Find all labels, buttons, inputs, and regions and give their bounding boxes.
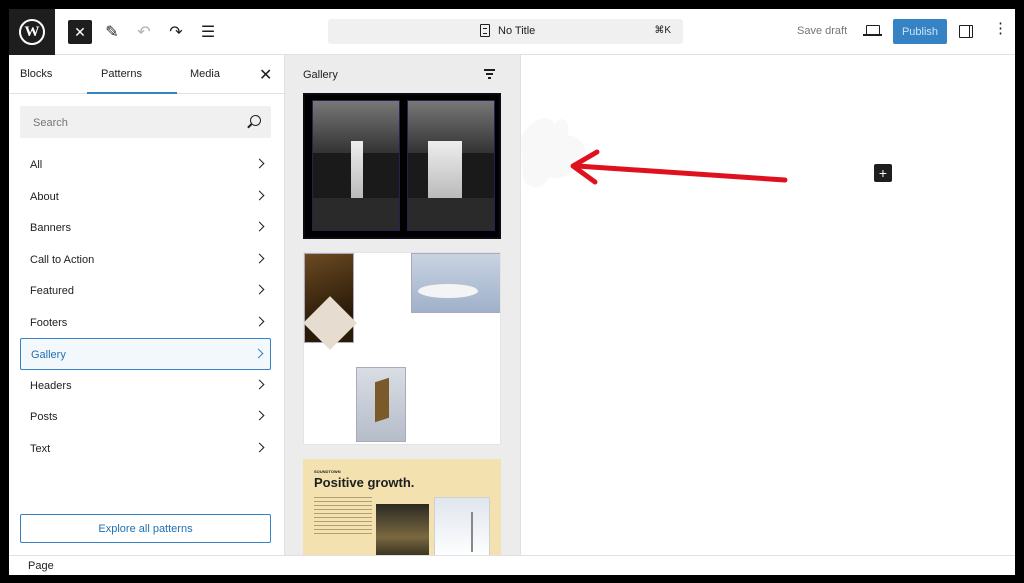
editor-canvas[interactable]: + xyxy=(521,55,1015,555)
category-item-featured[interactable]: Featured xyxy=(20,275,271,307)
tab-patterns[interactable]: Patterns xyxy=(101,68,142,80)
category-label: Footers xyxy=(30,316,68,329)
inserter-panel: Blocks Patterns Media ✕ Search All About B… xyxy=(9,55,285,555)
category-label: Posts xyxy=(30,411,58,423)
category-item-all[interactable]: All xyxy=(20,149,271,181)
pattern-card-waterfalls[interactable] xyxy=(303,93,501,239)
category-item-gallery[interactable]: Gallery xyxy=(20,338,271,370)
redo-icon[interactable]: ↷ xyxy=(164,20,188,44)
document-icon xyxy=(480,24,490,37)
category-label: All xyxy=(30,159,43,171)
chevron-right-icon xyxy=(254,410,265,421)
pattern-search-input[interactable]: Search xyxy=(20,106,271,138)
chevron-right-icon xyxy=(254,379,265,389)
tab-media[interactable]: Media xyxy=(190,68,220,80)
category-label: Text xyxy=(30,442,51,455)
options-menu-icon[interactable]: ⋮ xyxy=(993,21,1008,36)
category-item-headers[interactable]: Headers xyxy=(20,370,271,402)
filter-icon[interactable] xyxy=(484,69,495,79)
wordpress-logo-letter: W xyxy=(19,19,45,45)
document-overview-icon[interactable]: ☰ xyxy=(196,20,220,44)
category-item-text[interactable]: Text xyxy=(20,433,271,465)
editor-toolbar: W ✕ ✎ ↶ ↷ ☰ No Title ⌘K Save draft Publi… xyxy=(9,9,1015,55)
category-item-posts[interactable]: Posts xyxy=(20,401,271,433)
search-icon xyxy=(250,115,261,126)
command-palette-bar[interactable]: No Title ⌘K xyxy=(328,19,683,44)
category-label: About xyxy=(30,190,59,203)
chevron-right-icon xyxy=(254,158,265,169)
waterfall-image xyxy=(312,100,400,231)
device-preview-icon[interactable] xyxy=(863,25,882,36)
pattern-card-positive-growth[interactable]: SOUNDTOWN Positive growth. xyxy=(303,459,501,555)
waterfall-image xyxy=(407,100,495,231)
category-item-about[interactable]: About xyxy=(20,181,271,213)
publish-button[interactable]: Publish xyxy=(893,19,947,44)
category-item-banners[interactable]: Banners xyxy=(20,212,271,244)
command-shortcut: ⌘K xyxy=(654,25,671,36)
chevron-right-icon xyxy=(254,316,265,326)
close-icon[interactable]: ✕ xyxy=(259,65,272,85)
chevron-right-icon xyxy=(253,348,264,359)
wordpress-logo-icon[interactable]: W xyxy=(9,9,55,55)
category-label: Featured xyxy=(30,285,75,297)
settings-sidebar-icon[interactable] xyxy=(959,25,973,38)
pattern-card-architecture[interactable] xyxy=(303,252,501,445)
category-label: Headers xyxy=(30,379,72,392)
pattern-brand-text: SOUNDTOWN xyxy=(314,469,341,474)
chevron-right-icon xyxy=(254,221,265,232)
gallery-heading: Gallery xyxy=(303,69,338,81)
tab-blocks[interactable]: Blocks xyxy=(20,68,52,80)
save-draft-button[interactable]: Save draft xyxy=(797,25,847,37)
architecture-image xyxy=(356,367,406,442)
annotation-arrow-shaft xyxy=(574,163,788,183)
wind-turbine-image xyxy=(434,497,490,555)
category-label: Gallery xyxy=(31,349,66,361)
annotation-blur-blob xyxy=(521,118,586,187)
active-tab-indicator xyxy=(87,92,177,94)
pattern-heading: Positive growth. xyxy=(314,475,415,490)
explore-all-patterns-button[interactable]: Explore all patterns xyxy=(20,514,271,543)
editor-window: W ✕ ✎ ↶ ↷ ☰ No Title ⌘K Save draft Publi… xyxy=(9,9,1015,575)
block-breadcrumb-bar: Page xyxy=(9,555,1015,575)
breadcrumb-page[interactable]: Page xyxy=(28,560,54,572)
pattern-preview-column: Gallery SOUNDTOWN Positive growth. xyxy=(285,55,521,555)
category-label: Banners xyxy=(30,222,71,234)
chevron-right-icon xyxy=(254,190,265,200)
category-label: Call to Action xyxy=(30,253,95,266)
close-inserter-button[interactable]: ✕ xyxy=(68,20,92,44)
chevron-right-icon xyxy=(254,284,265,295)
add-block-button[interactable]: + xyxy=(874,164,892,182)
search-placeholder: Search xyxy=(33,117,68,129)
architecture-image xyxy=(304,253,354,343)
category-item-call-to-action[interactable]: Call to Action xyxy=(20,244,271,276)
architecture-image xyxy=(411,253,500,313)
pattern-body-text xyxy=(314,497,372,537)
chevron-right-icon xyxy=(254,442,265,452)
forest-image xyxy=(376,504,429,555)
undo-icon[interactable]: ↶ xyxy=(132,20,156,44)
document-title: No Title xyxy=(498,25,536,37)
category-item-footers[interactable]: Footers xyxy=(20,307,271,339)
inserter-tabs: Blocks Patterns Media ✕ xyxy=(9,55,285,94)
edit-pen-icon[interactable]: ✎ xyxy=(100,20,124,44)
chevron-right-icon xyxy=(254,253,265,263)
annotation-overlay xyxy=(521,118,788,187)
